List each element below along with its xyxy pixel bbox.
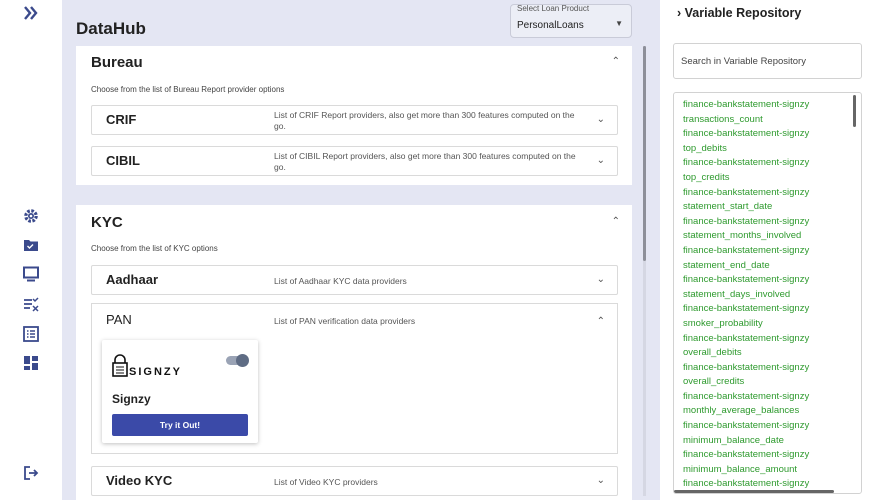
provider-name: CRIF (106, 112, 137, 127)
logout-icon[interactable] (22, 464, 40, 482)
repository-variable-item[interactable]: finance-bankstatement-signzy (683, 302, 809, 317)
repository-variable-item[interactable]: finance-bankstatement-signzy (683, 390, 809, 405)
repository-variable-item[interactable]: overall_debits (683, 346, 809, 361)
provider-name[interactable]: PAN (106, 312, 132, 327)
repository-variable-item[interactable]: finance-bankstatement-signzy (683, 127, 809, 142)
list-box-icon[interactable] (22, 325, 40, 343)
chevron-down-icon[interactable]: ⌄ (597, 475, 605, 486)
try-it-out-button[interactable]: Try it Out! (112, 414, 248, 436)
provider-description: List of CIBIL Report providers, also get… (274, 151, 576, 172)
provider-crif[interactable]: CRIF List of CRIF Report providers, also… (91, 105, 618, 135)
repository-variable-item[interactable]: finance-bankstatement-signzy (683, 448, 809, 463)
svg-text:SIGNZY: SIGNZY (129, 366, 182, 378)
repository-variable-item[interactable]: finance-bankstatement-signzy (683, 215, 809, 230)
repository-variable-item[interactable]: finance-bankstatement-signzy (683, 156, 809, 171)
repository-variable-item[interactable]: statement_end_date (683, 259, 809, 274)
repository-variable-item[interactable]: minimum_balance_amount (683, 463, 809, 478)
repository-variable-item[interactable]: finance-bankstatement-signzy (683, 332, 809, 347)
expand-nav-icon[interactable] (22, 4, 40, 22)
kyc-title: KYC (91, 214, 123, 231)
repository-variable-item[interactable]: finance-bankstatement-signzy (683, 361, 809, 376)
main-scrollbar-thumb[interactable] (643, 46, 646, 261)
provider-name: CIBIL (106, 153, 140, 168)
provider-name: Aadhaar (106, 272, 159, 287)
repository-variable-item[interactable]: top_debits (683, 142, 809, 157)
provider-cibil[interactable]: CIBIL List of CIBIL Report providers, al… (91, 146, 618, 176)
provider-description: List of PAN verification data providers (274, 316, 416, 326)
repository-variable-item[interactable]: transactions_count (683, 113, 809, 128)
monitor-icon[interactable] (22, 265, 40, 283)
repository-search-input[interactable] (673, 43, 862, 79)
provider-video-kyc[interactable]: Video KYC List of Video KYC providers ⌄ (91, 466, 618, 496)
left-nav (0, 0, 62, 500)
variable-repository-panel: › Variable Repository finance-bankstatem… (660, 0, 872, 500)
repository-variable-item[interactable]: smoker_probability (683, 317, 809, 332)
repository-variable-item[interactable]: statement_days_involved (683, 288, 809, 303)
app-title: DataHub (76, 19, 146, 38)
chevron-right-icon: › (677, 6, 682, 20)
repository-vertical-scrollbar[interactable] (853, 95, 856, 127)
bureau-section: Bureau ⌃ Choose from the list of Bureau … (76, 46, 632, 185)
provider-description: List of Video KYC providers (274, 477, 378, 487)
dashboard-icon[interactable] (22, 354, 40, 372)
repository-variable-item[interactable]: finance-bankstatement-signzy (683, 98, 809, 113)
folder-check-icon[interactable] (22, 236, 40, 254)
provider-name: Video KYC (106, 473, 173, 488)
provider-description: List of Aadhaar KYC data providers (274, 276, 407, 286)
loan-product-value: PersonalLoans (517, 20, 584, 31)
repository-variable-item[interactable]: overall_credits (683, 375, 809, 390)
repository-variable-item[interactable]: finance-bankstatement-signzy (683, 273, 809, 288)
provider-aadhaar[interactable]: Aadhaar List of Aadhaar KYC data provide… (91, 265, 618, 295)
repository-title-text: Variable Repository (684, 6, 802, 20)
checklist-icon[interactable] (22, 295, 40, 313)
chevron-up-icon[interactable]: ⌃ (612, 216, 620, 227)
chevron-up-icon[interactable]: ⌃ (597, 316, 605, 327)
chevron-up-icon[interactable]: ⌃ (612, 56, 620, 67)
repository-horizontal-scrollbar[interactable] (674, 490, 834, 493)
repository-variable-item[interactable]: finance-bankstatement-signzy (683, 186, 809, 201)
vendor-enable-toggle[interactable] (226, 354, 249, 367)
repository-list-box: finance-bankstatement-signzy transactions… (673, 92, 862, 494)
repository-variable-item[interactable]: finance-bankstatement-signzy (683, 419, 809, 434)
bureau-title: Bureau (91, 54, 143, 71)
chevron-down-icon[interactable]: ⌄ (597, 155, 605, 166)
kyc-subtitle: Choose from the list of KYC options (91, 244, 218, 253)
kyc-section: KYC ⌃ Choose from the list of KYC option… (76, 205, 632, 500)
loan-product-select[interactable]: Select Loan Product PersonalLoans ▼ (510, 4, 632, 38)
repository-variable-item[interactable]: top_credits (683, 171, 809, 186)
repository-list: finance-bankstatement-signzy transactions… (683, 98, 809, 492)
provider-description: List of CRIF Report providers, also get … (274, 110, 575, 131)
chevron-down-icon[interactable]: ⌄ (597, 114, 605, 125)
provider-pan: PAN List of PAN verification data provid… (91, 303, 618, 454)
vendor-card-signzy: SIGNZY Signzy Try it Out! (102, 340, 258, 443)
repository-variable-item[interactable]: monthly_average_balances (683, 404, 809, 419)
main-content: DataHub Select Loan Product PersonalLoan… (62, 0, 660, 500)
repository-variable-item[interactable]: minimum_balance_date (683, 434, 809, 449)
loan-product-label: Select Loan Product (517, 4, 590, 13)
vendor-name: Signzy (112, 392, 151, 406)
repository-variable-item[interactable]: statement_start_date (683, 200, 809, 215)
chevron-down-icon[interactable]: ⌄ (597, 274, 605, 285)
bureau-subtitle: Choose from the list of Bureau Report pr… (91, 85, 285, 94)
signzy-logo: SIGNZY (112, 354, 182, 378)
dropdown-caret-icon: ▼ (615, 19, 623, 28)
repository-title[interactable]: › Variable Repository (677, 6, 801, 20)
repository-variable-item[interactable]: statement_months_involved (683, 229, 809, 244)
repository-variable-item[interactable]: finance-bankstatement-signzy (683, 244, 809, 259)
settings-icon[interactable] (22, 207, 40, 225)
